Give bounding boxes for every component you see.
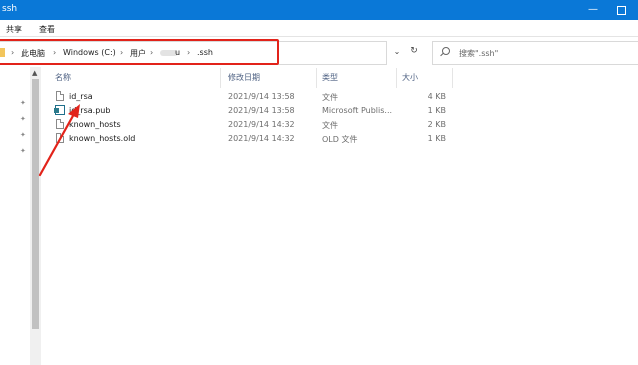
arrow-shaft bbox=[38, 112, 76, 177]
annotation-arrow bbox=[38, 104, 80, 177]
arrow-head bbox=[68, 104, 80, 118]
